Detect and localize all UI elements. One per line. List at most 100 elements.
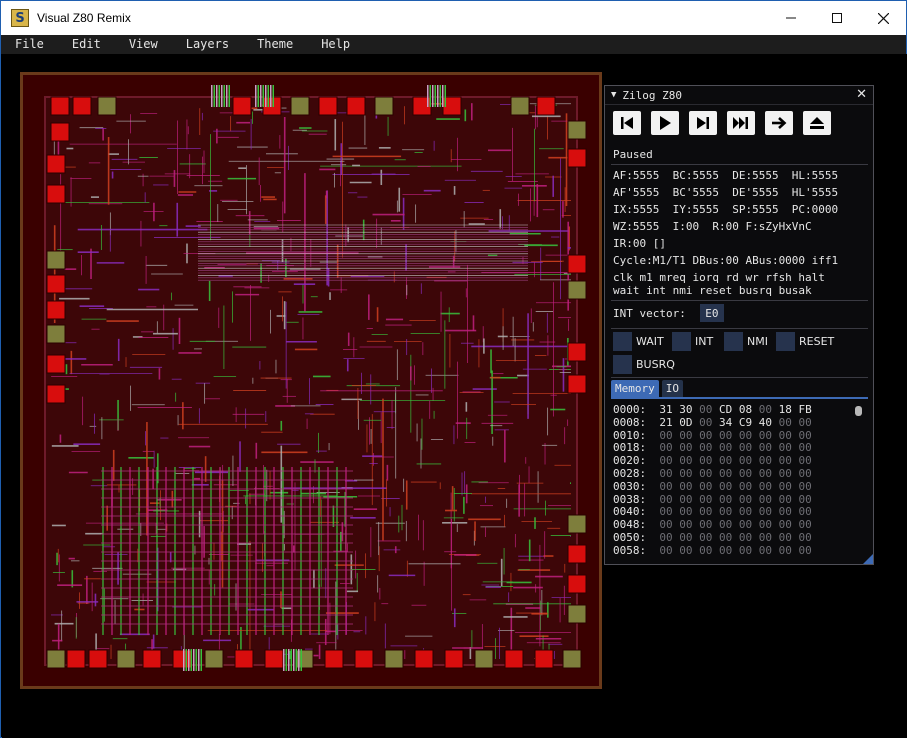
memory-byte[interactable]: C9: [732, 416, 752, 429]
memory-byte[interactable]: 00: [673, 441, 692, 454]
memory-byte[interactable]: 00: [752, 480, 772, 493]
pin-nmi-checkbox[interactable]: [724, 332, 743, 351]
pin-reset-checkbox[interactable]: [776, 332, 795, 351]
memory-byte[interactable]: 00: [673, 467, 692, 480]
memory-byte[interactable]: 00: [732, 480, 752, 493]
memory-byte[interactable]: 31: [653, 403, 672, 416]
memory-byte[interactable]: 30: [673, 403, 692, 416]
memory-byte[interactable]: 00: [732, 544, 752, 555]
memory-byte[interactable]: 00: [693, 403, 712, 416]
memory-byte[interactable]: 00: [653, 480, 672, 493]
step-button[interactable]: [689, 111, 717, 135]
eject-button[interactable]: [803, 111, 831, 135]
menu-file[interactable]: File: [9, 35, 50, 54]
title-bar[interactable]: S Visual Z80 Remix: [1, 1, 906, 35]
memory-byte[interactable]: 00: [712, 454, 732, 467]
memory-byte[interactable]: 00: [693, 518, 712, 531]
memory-byte[interactable]: 00: [712, 518, 732, 531]
memory-byte[interactable]: 00: [732, 454, 752, 467]
memory-byte[interactable]: 00: [693, 441, 712, 454]
memory-byte[interactable]: 00: [752, 403, 772, 416]
memory-byte[interactable]: 00: [712, 493, 732, 506]
memory-byte[interactable]: 00: [732, 429, 752, 442]
menu-theme[interactable]: Theme: [251, 35, 299, 54]
memory-byte[interactable]: 00: [712, 505, 732, 518]
memory-byte[interactable]: 00: [752, 518, 772, 531]
memory-byte[interactable]: 00: [792, 467, 811, 480]
memory-byte[interactable]: 00: [772, 454, 792, 467]
memory-byte[interactable]: 00: [693, 493, 712, 506]
memory-byte[interactable]: 00: [673, 480, 692, 493]
memory-byte[interactable]: 00: [673, 493, 692, 506]
memory-byte[interactable]: 00: [653, 518, 672, 531]
memory-byte[interactable]: 00: [732, 493, 752, 506]
close-button[interactable]: [860, 1, 906, 35]
memory-byte[interactable]: 00: [693, 544, 712, 555]
menu-help[interactable]: Help: [315, 35, 356, 54]
memory-byte[interactable]: 00: [673, 518, 692, 531]
int-vector-input[interactable]: E0: [699, 304, 724, 322]
menu-view[interactable]: View: [123, 35, 164, 54]
memory-byte[interactable]: 08: [732, 403, 752, 416]
memory-byte[interactable]: 00: [772, 544, 792, 555]
pin-reset-toggle[interactable]: RESET: [776, 332, 834, 351]
memory-byte[interactable]: 00: [693, 480, 712, 493]
pin-wait-toggle[interactable]: WAIT: [613, 332, 664, 351]
run-button[interactable]: [651, 111, 679, 135]
minimize-button[interactable]: [768, 1, 814, 35]
memory-byte[interactable]: CD: [712, 403, 732, 416]
panel-header[interactable]: ▼ Zilog Z80: [605, 86, 873, 105]
memory-byte[interactable]: 00: [673, 544, 692, 555]
memory-byte[interactable]: 00: [772, 416, 792, 429]
memory-byte[interactable]: 00: [752, 493, 772, 506]
memory-byte[interactable]: 00: [653, 441, 672, 454]
memory-byte[interactable]: 00: [712, 544, 732, 555]
memory-byte[interactable]: 00: [653, 454, 672, 467]
memory-byte[interactable]: 00: [792, 480, 811, 493]
memory-byte[interactable]: 00: [772, 441, 792, 454]
memory-byte[interactable]: 21: [653, 416, 672, 429]
resize-grip-icon[interactable]: [863, 554, 873, 564]
memory-byte[interactable]: 00: [772, 518, 792, 531]
memory-byte[interactable]: 00: [752, 441, 772, 454]
pin-int-checkbox[interactable]: [672, 332, 691, 351]
step-cycle-button[interactable]: [727, 111, 755, 135]
memory-byte[interactable]: 00: [653, 544, 672, 555]
memory-byte[interactable]: 00: [712, 480, 732, 493]
menu-layers[interactable]: Layers: [180, 35, 235, 54]
pin-wait-checkbox[interactable]: [613, 332, 632, 351]
memory-byte[interactable]: 00: [732, 467, 752, 480]
memory-byte[interactable]: 00: [752, 505, 772, 518]
memory-byte[interactable]: 00: [732, 441, 752, 454]
maximize-button[interactable]: [814, 1, 860, 35]
memory-byte[interactable]: 00: [693, 505, 712, 518]
memory-byte[interactable]: 00: [653, 493, 672, 506]
memory-byte[interactable]: 00: [772, 467, 792, 480]
memory-byte[interactable]: 00: [792, 544, 811, 555]
z80-die-image[interactable]: [20, 72, 602, 689]
tab-memory[interactable]: Memory: [611, 380, 659, 397]
memory-byte[interactable]: 00: [693, 429, 712, 442]
memory-byte[interactable]: 00: [752, 429, 772, 442]
reset-button[interactable]: [613, 111, 641, 135]
memory-byte[interactable]: 00: [653, 429, 672, 442]
memory-byte[interactable]: 00: [673, 505, 692, 518]
memory-byte[interactable]: 00: [712, 429, 732, 442]
menu-edit[interactable]: Edit: [66, 35, 107, 54]
memory-byte[interactable]: 00: [792, 429, 811, 442]
memory-byte[interactable]: 00: [673, 429, 692, 442]
memory-byte[interactable]: 00: [712, 467, 732, 480]
memory-byte[interactable]: 00: [772, 493, 792, 506]
memory-byte[interactable]: 00: [653, 467, 672, 480]
memory-byte[interactable]: 00: [693, 454, 712, 467]
memory-scrollbar[interactable]: [855, 404, 863, 556]
chip-viewport[interactable]: ▼ Zilog Z80 ✕ Paused AF:5555 BC:5555 DE:…: [2, 54, 907, 738]
memory-byte[interactable]: 00: [792, 416, 811, 429]
memory-byte[interactable]: 00: [772, 531, 792, 544]
memory-byte[interactable]: 00: [693, 467, 712, 480]
memory-byte[interactable]: 00: [673, 531, 692, 544]
memory-byte[interactable]: 00: [792, 454, 811, 467]
memory-byte[interactable]: 00: [772, 505, 792, 518]
memory-byte[interactable]: 40: [752, 416, 772, 429]
memory-byte[interactable]: 00: [752, 531, 772, 544]
